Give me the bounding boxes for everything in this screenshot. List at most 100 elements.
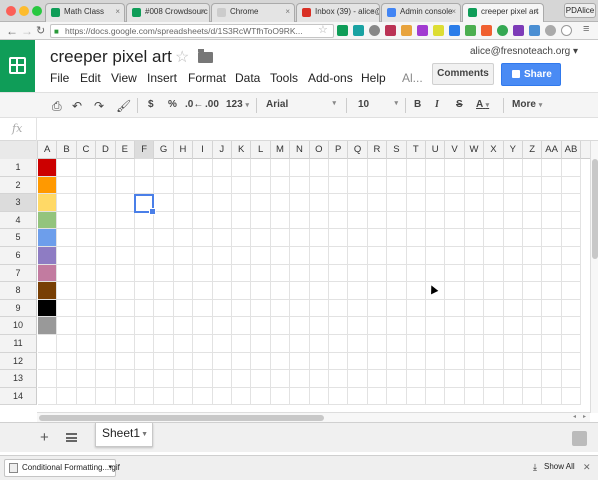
cell-m11[interactable] (270, 335, 291, 353)
cell-e7[interactable] (115, 264, 135, 283)
cell-d1[interactable] (96, 159, 116, 177)
cell-k3[interactable] (232, 194, 252, 212)
cell-p9[interactable] (329, 299, 349, 318)
cell-y6[interactable] (503, 247, 523, 265)
cell-h8[interactable] (173, 282, 194, 300)
cell-j1[interactable] (212, 159, 232, 177)
cell-r13[interactable] (367, 370, 388, 388)
cell-z4[interactable] (523, 211, 543, 230)
cell-h14[interactable] (173, 387, 194, 406)
cell-z14[interactable] (523, 387, 543, 406)
cell-o12[interactable] (309, 352, 329, 371)
cell-v6[interactable] (445, 247, 465, 265)
cell-w1[interactable] (464, 159, 485, 177)
cell-d12[interactable] (96, 352, 116, 371)
cell-p4[interactable] (329, 211, 349, 230)
cell-n13[interactable] (290, 370, 310, 388)
cell-j2[interactable] (212, 176, 232, 195)
cell-b11[interactable] (57, 335, 77, 353)
cell-c1[interactable] (76, 159, 97, 177)
extension-icon[interactable] (401, 25, 412, 36)
extension-icon[interactable] (561, 25, 572, 36)
cell-u13[interactable] (426, 370, 446, 388)
cell-d6[interactable] (96, 247, 116, 265)
row-header-1[interactable]: 1 (0, 159, 37, 177)
cell-m4[interactable] (270, 211, 291, 230)
cell-r5[interactable] (367, 229, 388, 247)
cell-q9[interactable] (348, 299, 368, 318)
extension-icon[interactable] (385, 25, 396, 36)
menu-help[interactable]: Help (361, 71, 386, 85)
cell-t9[interactable] (406, 299, 426, 318)
cell-p13[interactable] (329, 370, 349, 388)
cell-b14[interactable] (57, 387, 77, 406)
cell-l11[interactable] (251, 335, 271, 353)
cell-aa13[interactable] (542, 370, 562, 388)
cell-p5[interactable] (329, 229, 349, 247)
cell-b12[interactable] (57, 352, 77, 371)
column-header-x[interactable]: X (484, 141, 504, 159)
row-header-14[interactable]: 14 (0, 387, 37, 406)
cell-s5[interactable] (387, 229, 407, 247)
cell-g7[interactable] (154, 264, 174, 283)
cell-o6[interactable] (309, 247, 329, 265)
cell-i1[interactable] (193, 159, 213, 177)
percent-format-button[interactable]: % (168, 99, 177, 110)
cell-b13[interactable] (57, 370, 77, 388)
cell-v13[interactable] (445, 370, 465, 388)
cell-z7[interactable] (523, 264, 543, 283)
cell-d8[interactable] (96, 282, 116, 300)
cell-p7[interactable] (329, 264, 349, 283)
cell-z11[interactable] (523, 335, 543, 353)
cell-n11[interactable] (290, 335, 310, 353)
cell-x10[interactable] (484, 317, 504, 335)
cell-y9[interactable] (503, 299, 523, 318)
cell-h5[interactable] (173, 229, 194, 247)
print-icon[interactable]: ⎙ (52, 99, 62, 114)
cell-e12[interactable] (115, 352, 135, 371)
cell-h7[interactable] (173, 264, 194, 283)
cell-r8[interactable] (367, 282, 388, 300)
cell-w4[interactable] (464, 211, 485, 230)
cell-q10[interactable] (348, 317, 368, 335)
row-header-12[interactable]: 12 (0, 352, 37, 371)
cell-c3[interactable] (76, 194, 97, 212)
cell-y13[interactable] (503, 370, 523, 388)
cell-p14[interactable] (329, 387, 349, 406)
cell-w3[interactable] (464, 194, 485, 212)
cell-j10[interactable] (212, 317, 232, 335)
cell-v4[interactable] (445, 211, 465, 230)
cell-f7[interactable] (135, 264, 155, 283)
cell-v2[interactable] (445, 176, 465, 195)
cell-k14[interactable] (232, 387, 252, 406)
cell-j4[interactable] (212, 211, 232, 230)
cell-t10[interactable] (406, 317, 426, 335)
cell-i6[interactable] (193, 247, 213, 265)
cell-z5[interactable] (523, 229, 543, 247)
profile-button[interactable]: PDAlice (564, 3, 596, 18)
font-size-dropdown[interactable]: 10 ▾ (358, 99, 398, 110)
cell-p8[interactable] (329, 282, 349, 300)
cell-f6[interactable] (135, 247, 155, 265)
cell-l10[interactable] (251, 317, 271, 335)
redo-icon[interactable]: ↷ (94, 99, 104, 113)
cell-r6[interactable] (367, 247, 388, 265)
cell-d10[interactable] (96, 317, 116, 335)
cell-f13[interactable] (135, 370, 155, 388)
column-header-d[interactable]: D (96, 141, 116, 159)
cell-j13[interactable] (212, 370, 232, 388)
close-tab-icon[interactable]: × (115, 7, 120, 16)
cell-m12[interactable] (270, 352, 291, 371)
menu-file[interactable]: File (50, 71, 69, 85)
close-tab-icon[interactable]: × (200, 7, 205, 16)
cell-l3[interactable] (251, 194, 271, 212)
cell-m10[interactable] (270, 317, 291, 335)
cell-a3[interactable] (38, 194, 58, 212)
number-format-dropdown[interactable]: 123 ▾ (226, 99, 249, 110)
column-header-l[interactable]: L (251, 141, 271, 159)
cell-h4[interactable] (173, 211, 194, 230)
cell-z9[interactable] (523, 299, 543, 318)
cell-k8[interactable] (232, 282, 252, 300)
cell-z13[interactable] (523, 370, 543, 388)
cell-v5[interactable] (445, 229, 465, 247)
